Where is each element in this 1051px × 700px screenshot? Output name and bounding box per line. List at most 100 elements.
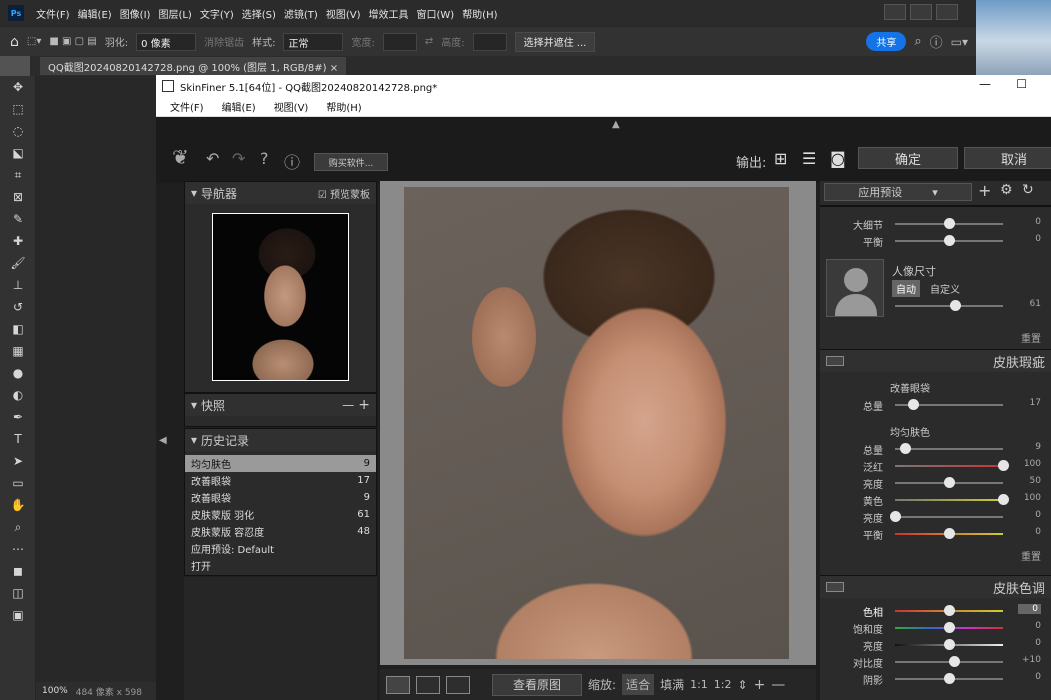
add-preset-icon[interactable]: +	[978, 181, 991, 200]
menu-select[interactable]: 选择(S)	[238, 6, 280, 21]
menu-help[interactable]: 帮助(H)	[458, 6, 501, 21]
preview-mask-checkbox[interactable]: ☑ 预览蒙板	[318, 186, 370, 201]
menu-image[interactable]: 图像(I)	[116, 6, 155, 21]
collapse-left-icon[interactable]: ◀	[159, 435, 167, 446]
output-mask-icon[interactable]: ◙	[830, 149, 846, 168]
reset-link[interactable]: 重置	[1021, 330, 1041, 345]
menu-plugins[interactable]: 增效工具	[364, 6, 412, 21]
slider-yellow[interactable]: 黄色 100	[820, 491, 1051, 508]
history-item[interactable]: 皮肤蒙版 羽化 61	[185, 506, 376, 523]
quick-mask-icon[interactable]: ◫	[0, 582, 36, 604]
minimize-button[interactable]	[884, 4, 906, 20]
zoom-1-1-button[interactable]: 1:1	[690, 678, 708, 691]
slider-knob[interactable]	[949, 656, 961, 667]
skin-blemish-header[interactable]: 皮肤瑕疵	[820, 350, 1051, 372]
frame-tool-icon[interactable]: ⊠	[0, 186, 36, 208]
preview-image[interactable]	[404, 187, 789, 659]
history-item[interactable]: 应用预设: Default	[185, 540, 376, 557]
hand-tool-icon[interactable]: ✋	[0, 494, 36, 516]
move-tool-icon[interactable]: ✥	[0, 76, 36, 98]
height-input[interactable]	[472, 32, 507, 51]
slider-knob[interactable]	[944, 639, 955, 650]
slider-knob[interactable]	[944, 622, 955, 633]
slider-knob[interactable]	[944, 477, 955, 488]
path-select-tool-icon[interactable]: ➤	[0, 450, 36, 472]
slider-knob[interactable]	[890, 511, 901, 522]
output-new-layer-icon[interactable]: ⊞	[774, 149, 787, 168]
portrait-auto-button[interactable]: 自动	[892, 280, 920, 297]
slider-contrast[interactable]: 对比度 +10	[820, 653, 1051, 670]
snapshot-header[interactable]: ▾ 快照 — +	[185, 394, 376, 416]
slider-even-amount[interactable]: 总量 9	[820, 440, 1051, 457]
slider-knob[interactable]	[944, 235, 955, 246]
slider-saturation[interactable]: 饱和度 0	[820, 619, 1051, 636]
close-button[interactable]	[936, 4, 958, 20]
feather-input[interactable]: 0 像素	[136, 32, 197, 51]
ok-button[interactable]: 确定	[858, 147, 958, 169]
slider-knob[interactable]	[944, 673, 955, 684]
collapse-top-icon[interactable]: ▲	[612, 119, 620, 130]
select-and-mask-button[interactable]: 选择并遮住 ...	[514, 31, 596, 52]
marquee-tool-icon[interactable]: ⬚▾	[27, 36, 41, 47]
menu-layer[interactable]: 图层(L)	[154, 6, 195, 21]
remove-snapshot-icon[interactable]: —	[342, 398, 354, 412]
output-adjust-icon[interactable]: ☰	[802, 149, 816, 168]
menu-file[interactable]: 文件(F)	[32, 6, 74, 21]
apply-preset-select[interactable]: 应用预设 ▾	[824, 183, 972, 201]
split-horizontal-button[interactable]	[446, 675, 470, 694]
slider-value[interactable]: 0	[1018, 604, 1041, 614]
help-icon[interactable]: ⓘ	[930, 32, 943, 51]
slider-portrait-size[interactable]: 61	[820, 297, 1051, 314]
object-select-tool-icon[interactable]: ⬕	[0, 142, 36, 164]
slider-knob[interactable]	[950, 300, 962, 311]
slider-knob[interactable]	[998, 494, 1009, 505]
dodge-tool-icon[interactable]: ◐	[0, 384, 36, 406]
stamp-tool-icon[interactable]: ⊥	[0, 274, 36, 296]
history-brush-icon[interactable]: ↺	[0, 296, 36, 318]
slider-shadow[interactable]: 阴影 0	[820, 670, 1051, 687]
slider-eyebag-amount[interactable]: 总量 17	[820, 396, 1051, 413]
home-icon[interactable]: ⌂	[10, 34, 19, 50]
sf-menu-help[interactable]: 帮助(H)	[318, 99, 369, 114]
zoom-stepper-icon[interactable]: ⇕	[738, 678, 748, 692]
history-item[interactable]: 皮肤蒙版 容忍度 48	[185, 523, 376, 540]
slider-knob[interactable]	[944, 528, 955, 539]
sf-menu-edit[interactable]: 编辑(E)	[214, 99, 264, 114]
width-input[interactable]	[382, 32, 417, 51]
eyedropper-tool-icon[interactable]: ✎	[0, 208, 36, 230]
zoom-tool-icon[interactable]: ⌕	[0, 516, 36, 538]
navigator-thumbnail[interactable]	[212, 213, 349, 381]
type-tool-icon[interactable]: T	[0, 428, 36, 450]
slider-knob[interactable]	[944, 605, 955, 616]
zoom-1-2-button[interactable]: 1:2	[714, 678, 732, 691]
share-button[interactable]: 共享	[866, 32, 907, 51]
history-header[interactable]: ▾ 历史记录	[185, 429, 376, 451]
document-tab[interactable]: QQ截图20240820142728.png @ 100% (图层 1, RGB…	[40, 57, 347, 75]
slider-yellow-brightness[interactable]: 亮度 0	[820, 508, 1051, 525]
zoom-fit-button[interactable]: 适合	[622, 674, 655, 695]
maximize-button[interactable]	[910, 4, 932, 20]
slider-knob[interactable]	[944, 218, 955, 229]
history-item[interactable]: 打开	[185, 557, 376, 574]
split-vertical-button[interactable]	[416, 675, 440, 694]
brush-tool-icon[interactable]: 🖌	[0, 252, 36, 274]
zoom-in-icon[interactable]: +	[754, 677, 766, 693]
slider-balance[interactable]: 平衡 0	[820, 232, 1051, 249]
color-swatches-icon[interactable]: ◼	[0, 560, 36, 582]
slider-hue[interactable]: 色相 0	[820, 602, 1051, 619]
sf-maximize-button[interactable]: ☐	[1016, 77, 1027, 91]
menu-edit[interactable]: 编辑(E)	[74, 6, 116, 21]
skin-tone-toggle[interactable]	[826, 582, 844, 592]
eraser-tool-icon[interactable]: ◧	[0, 318, 36, 340]
navigator-header[interactable]: ▾ 导航器 ☑ 预览蒙板	[185, 182, 376, 204]
swap-icon[interactable]: ⇄	[425, 36, 433, 47]
add-snapshot-icon[interactable]: +	[358, 397, 370, 413]
single-view-button[interactable]	[386, 675, 410, 694]
healing-tool-icon[interactable]: ✚	[0, 230, 36, 252]
portrait-custom-button[interactable]: 自定义	[930, 281, 960, 296]
selection-mode-icons[interactable]: ■ ▣ ▢ ▤	[49, 36, 96, 47]
history-item[interactable]: 改善眼袋 17	[185, 472, 376, 489]
slider-redness[interactable]: 泛红 100	[820, 457, 1051, 474]
undo-icon[interactable]: ↶	[206, 149, 219, 168]
more-tools-icon[interactable]: ⋯	[0, 538, 36, 560]
